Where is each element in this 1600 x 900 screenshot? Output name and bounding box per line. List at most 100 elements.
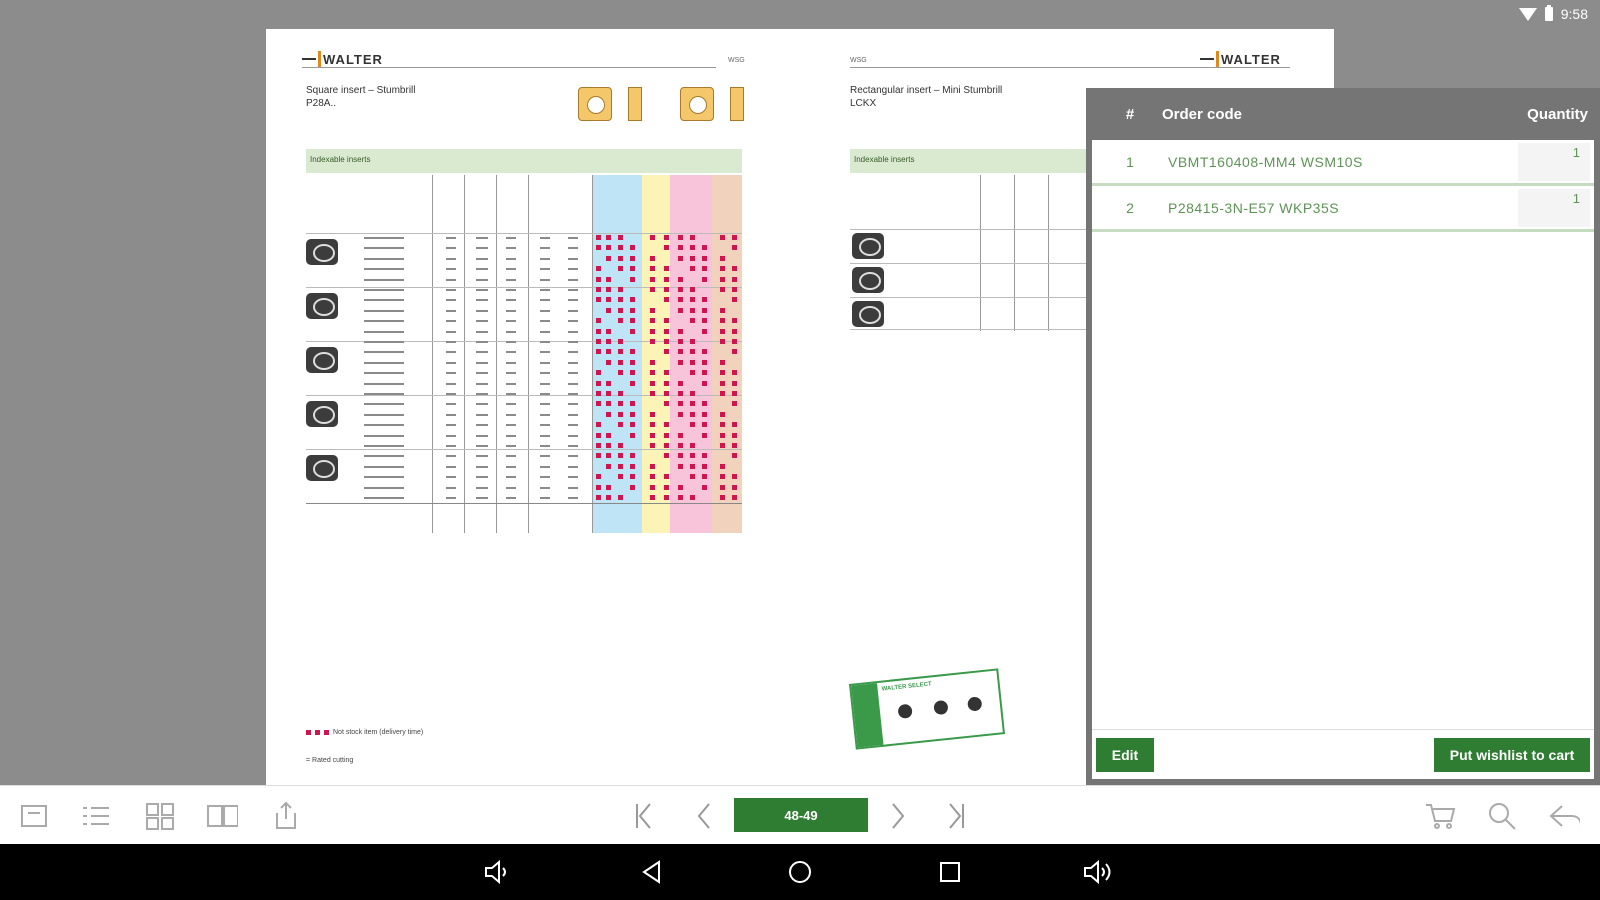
quantity-field[interactable]: 1 (1518, 188, 1590, 227)
table-cell-text (568, 403, 578, 406)
insert-icon (306, 347, 338, 373)
availability-dot (650, 370, 655, 376)
list-icon[interactable] (80, 800, 112, 832)
availability-dot (606, 235, 611, 240)
nav-back-icon[interactable] (636, 856, 668, 888)
availability-dot (650, 359, 655, 365)
volume-down-icon[interactable] (482, 856, 514, 888)
home-icon[interactable] (18, 800, 50, 832)
availability-dot (702, 432, 707, 438)
table-cell-text (476, 289, 488, 291)
availability-dot (630, 276, 635, 282)
nav-home-icon[interactable] (784, 856, 816, 888)
table-cell-text (540, 403, 550, 406)
table-cell-text (568, 320, 578, 323)
back-icon[interactable] (1548, 800, 1580, 832)
availability-dot (618, 411, 623, 417)
insert-front-image (680, 87, 714, 121)
availability-dot (606, 276, 611, 282)
search-icon[interactable] (1486, 800, 1518, 832)
table-cell-text (364, 361, 404, 364)
first-page-icon[interactable] (628, 800, 660, 832)
status-bar: 9:58 (1400, 0, 1600, 28)
table-cell-text (540, 424, 550, 427)
order-code[interactable]: VBMT160408-MM4 WSM10S (1168, 154, 1518, 170)
availability-dot (690, 349, 695, 355)
book-icon[interactable] (206, 800, 238, 832)
availability-dot (596, 235, 601, 240)
table-cell-text (446, 330, 456, 333)
availability-dot (702, 318, 707, 324)
availability-dot (664, 391, 669, 396)
edit-button[interactable]: Edit (1096, 738, 1154, 772)
table-cell-text (364, 351, 404, 354)
table-cell-text (364, 372, 404, 375)
table-cell-text (506, 341, 516, 343)
table-cell-text (568, 393, 578, 395)
availability-dot (720, 411, 725, 417)
table-cell-text (446, 237, 456, 239)
table-cell-text (476, 361, 488, 364)
availability-dot (596, 245, 601, 251)
availability-dot (664, 245, 669, 251)
availability-dot (702, 453, 707, 459)
column-header-order-code: Order code (1162, 105, 1243, 123)
table-cell-text (364, 320, 404, 323)
table-cell-text (446, 497, 456, 499)
share-icon[interactable] (270, 800, 302, 832)
availability-dot (596, 339, 601, 344)
availability-dot (678, 401, 683, 407)
availability-dot (606, 411, 611, 417)
nav-recents-icon[interactable] (934, 856, 966, 888)
footnote: = Rated cutting (306, 757, 354, 764)
section-header: Indexable inserts (850, 149, 1086, 173)
legend: Not stock item (delivery time) (306, 729, 423, 736)
availability-dot (720, 235, 725, 240)
quantity-field[interactable]: 1 (1518, 142, 1590, 181)
catalog-page-left[interactable]: WALTER WSG Square insert – Stumbrill P28… (266, 29, 802, 785)
availability-dot (618, 401, 623, 407)
table-cell-text (568, 465, 578, 468)
availability-dot (596, 453, 601, 459)
table-cell-text (364, 289, 404, 291)
table-cell-text (506, 403, 516, 406)
availability-dot (732, 391, 737, 396)
availability-dot (732, 380, 737, 386)
table-cell-text (476, 372, 488, 375)
table-cell-text (364, 486, 404, 489)
availability-dot (678, 235, 683, 240)
availability-dot (596, 391, 601, 396)
table-cell-text (540, 372, 550, 375)
availability-dot (650, 235, 655, 240)
grid-icon[interactable] (144, 800, 176, 832)
volume-up-icon[interactable] (1082, 856, 1114, 888)
availability-dot (606, 255, 611, 261)
availability-dot (664, 328, 669, 334)
availability-dot (702, 349, 707, 355)
table-cell-text (364, 247, 404, 250)
availability-dot (732, 339, 737, 344)
cart-icon[interactable] (1424, 800, 1456, 832)
availability-dot (690, 318, 695, 324)
availability-dot (618, 297, 623, 303)
page-indicator[interactable]: 48-49 (734, 798, 868, 832)
last-page-icon[interactable] (940, 800, 972, 832)
availability-dot (618, 339, 623, 344)
table-cell-text (540, 413, 550, 416)
availability-dot (618, 287, 623, 292)
table-cell-text (446, 382, 456, 385)
put-wishlist-to-cart-button[interactable]: Put wishlist to cart (1434, 738, 1590, 772)
wishlist-row[interactable]: 2 P28415-3N-E57 WKP35S 1 (1092, 186, 1594, 232)
prev-page-icon[interactable] (688, 800, 720, 832)
table-cell-text (568, 455, 578, 458)
table-cell-text (568, 351, 578, 354)
table-cell-text (446, 247, 456, 250)
order-code[interactable]: P28415-3N-E57 WKP35S (1168, 200, 1518, 216)
table-cell-text (446, 299, 456, 302)
wishlist-row[interactable]: 1 VBMT160408-MM4 WSM10S 1 (1092, 140, 1594, 186)
availability-dot (678, 432, 683, 438)
table-cell-text (540, 247, 550, 250)
availability-dot (606, 443, 611, 448)
next-page-icon[interactable] (882, 800, 914, 832)
availability-dot (690, 235, 695, 240)
